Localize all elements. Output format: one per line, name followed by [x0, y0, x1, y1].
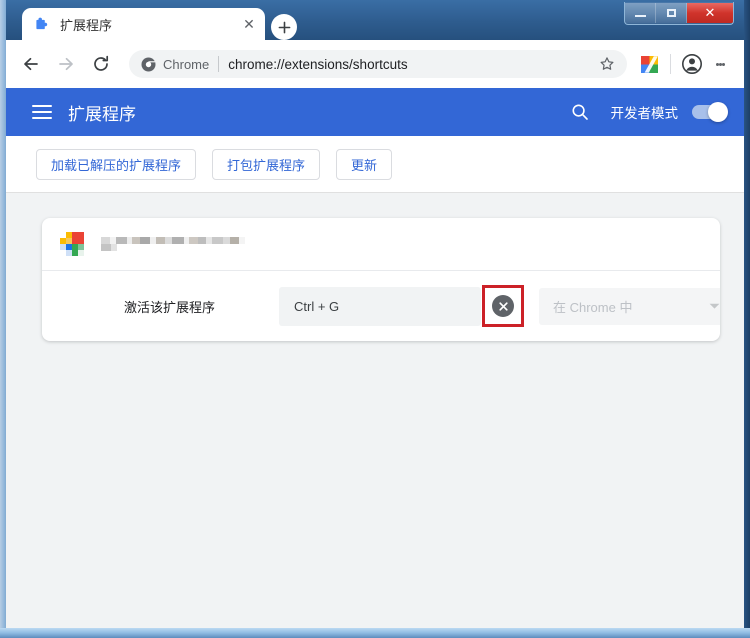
- toolbar-divider: [670, 54, 671, 74]
- close-x-icon: [498, 301, 508, 311]
- developer-mode-toggle[interactable]: [692, 102, 728, 122]
- chrome-logo-icon: [141, 57, 156, 71]
- pack-extension-button[interactable]: 打包扩展程序: [212, 148, 321, 180]
- maximize-icon: [666, 9, 676, 17]
- hamburger-line: [32, 105, 52, 107]
- maximize-button[interactable]: [656, 3, 687, 23]
- star-icon: [600, 57, 614, 70]
- load-unpacked-button[interactable]: 加载已解压的扩展程序: [36, 148, 197, 180]
- extension-toolbar-icon[interactable]: [635, 50, 663, 78]
- address-bar[interactable]: Chrome chrome://extensions/shortcuts: [129, 50, 627, 78]
- hamburger-menu-icon[interactable]: [32, 101, 52, 123]
- hamburger-line: [32, 117, 52, 119]
- back-arrow-icon: [24, 57, 38, 71]
- chevron-down-icon: [709, 303, 720, 309]
- browser-toolbar: Chrome chrome://extensions/shortcuts: [6, 40, 744, 88]
- minimize-button[interactable]: [625, 3, 656, 23]
- shortcut-input[interactable]: Ctrl + G: [279, 286, 481, 326]
- window-controls: ✕: [624, 2, 734, 25]
- extensions-page: 扩展程序 开发者模式 加载已解压的扩展程序 打包扩展程序 更新 激活该扩展程序 …: [6, 88, 744, 628]
- puzzle-piece-icon: [36, 17, 48, 30]
- chrome-identity-badge: Chrome: [141, 57, 209, 72]
- shortcut-scope-select[interactable]: 在 Chrome 中: [539, 287, 720, 325]
- extension-card-header: [42, 218, 720, 271]
- account-avatar-icon: [682, 54, 702, 74]
- browser-window: 扩展程序 ✕ ✕ Chrome chrome://extensions/shor…: [0, 0, 750, 638]
- extensions-header: 扩展程序 开发者模式: [6, 88, 744, 136]
- extension-shortcut-card: 激活该扩展程序 Ctrl + G 在 Chrome 中: [42, 218, 720, 341]
- search-icon: [571, 104, 588, 120]
- update-button[interactable]: 更新: [336, 148, 393, 180]
- new-tab-button[interactable]: [271, 14, 297, 40]
- forward-button: [51, 49, 81, 79]
- toggle-knob: [708, 102, 728, 122]
- tab-title: 扩展程序: [60, 17, 113, 33]
- shortcut-row: 激活该扩展程序 Ctrl + G 在 Chrome 中: [42, 271, 720, 341]
- extensions-action-bar: 加载已解压的扩展程序 打包扩展程序 更新: [6, 136, 744, 193]
- clear-shortcut-button[interactable]: [492, 295, 514, 317]
- omnibox-divider: [218, 56, 220, 72]
- back-button[interactable]: [16, 49, 46, 79]
- browser-menu-button[interactable]: [706, 50, 734, 78]
- search-button[interactable]: [567, 99, 593, 125]
- shortcut-value: Ctrl + G: [294, 298, 340, 314]
- profile-button[interactable]: [678, 50, 706, 78]
- extension-name-redacted: [101, 236, 251, 252]
- minimize-icon: [634, 15, 646, 17]
- browser-tab[interactable]: 扩展程序 ✕: [22, 8, 265, 40]
- clear-shortcut-container: [482, 285, 524, 327]
- shortcut-row-label: 激活该扩展程序: [124, 299, 216, 315]
- plus-icon: [278, 21, 290, 33]
- hamburger-line: [32, 111, 52, 113]
- reload-icon: [94, 55, 109, 71]
- menu-dot-icon: [721, 62, 725, 66]
- colorful-extension-icon: [640, 55, 658, 73]
- page-title: 扩展程序: [68, 104, 136, 124]
- chrome-label: Chrome: [163, 56, 210, 72]
- developer-mode-label: 开发者模式: [610, 106, 679, 121]
- reload-button[interactable]: [86, 49, 116, 79]
- tab-close-icon[interactable]: ✕: [241, 16, 257, 32]
- bookmark-star-icon[interactable]: [599, 56, 615, 72]
- forward-arrow-icon: [59, 57, 73, 71]
- extension-icon: [60, 232, 84, 256]
- close-icon: ✕: [704, 5, 716, 20]
- url-text: chrome://extensions/shortcuts: [228, 56, 408, 72]
- shortcut-scope-value: 在 Chrome 中: [553, 299, 633, 315]
- close-window-button[interactable]: ✕: [687, 3, 733, 23]
- window-frame-bottom-edge: [0, 628, 750, 638]
- tab-strip: 扩展程序 ✕ ✕: [6, 0, 744, 40]
